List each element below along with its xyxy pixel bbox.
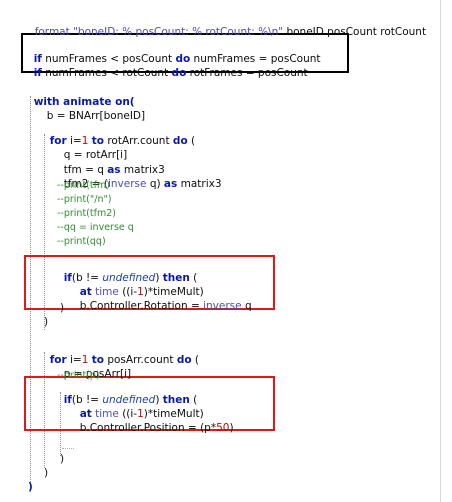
comment-text: --print(tfm2) <box>57 208 116 219</box>
token-cond: numFrames < rotCount <box>41 67 172 79</box>
token-close-paren: ) <box>28 481 33 493</box>
comment-text: --qq = inverse q <box>57 222 134 233</box>
comment-text: --print(tfm) <box>57 180 110 191</box>
token-inverse: inverse <box>107 178 147 190</box>
token-inverse: inverse <box>203 300 242 312</box>
token-close-paren: ) <box>44 316 49 328</box>
comment-text: --print(qq) <box>57 236 106 247</box>
code-line-p-assign: p = posArr[i] <box>57 355 131 380</box>
code-line-if-numframes-pos: if numFrames < posCount do numFrames = p… <box>27 40 321 65</box>
comment-text: --print("/n") <box>57 194 112 205</box>
code-line-at-time-pos: at time ((i-1)*timeMult) <box>73 395 204 420</box>
code-line-for-rot: for i=1 to rotArr.count do ( <box>43 122 195 147</box>
code-line-rotation-assign: b.Controller.Rotation = inverse q <box>73 287 252 312</box>
code-line-tfm2: tfm2 = (inverse q) as matrix3 <box>57 165 222 190</box>
code-line-with-animate: with animate on( <box>27 83 135 108</box>
code-line-at-time-rot: at time ((i-1)*timeMult) <box>73 273 204 298</box>
token-paren: ( <box>191 354 200 366</box>
token-paren: ( <box>187 135 196 147</box>
token-format-args: boneID posCount rotCount <box>283 26 427 38</box>
code-line-close-for-pos: ) <box>44 467 48 480</box>
token-if: if <box>63 272 72 284</box>
code-line-for-pos: for i=1 to posArr.count do ( <box>43 341 199 366</box>
code-line-close-if-pos: ) <box>60 453 64 466</box>
token-close-paren: ) <box>60 453 65 465</box>
code-line-tfm: tfm = q as matrix3 <box>57 151 165 176</box>
token-assign: rotFrames = posCount <box>186 67 308 79</box>
comment-line: --print(qq) <box>57 235 106 248</box>
comment-line: --print("/n") <box>57 193 112 206</box>
token-format-string: "boneID: % posCount: % rotCount: %\n" <box>73 26 284 38</box>
code-line-close-for-rot: ) <box>44 316 48 329</box>
code-line-close-with: ) <box>28 481 33 494</box>
code-line-position-assign: b.Controller.Position = (p*50) <box>73 409 234 434</box>
code-line-q-assign: q = rotArr[i] <box>57 136 128 161</box>
comment-line: --print(tfm2) <box>57 207 116 220</box>
comment-line: --qq = inverse q <box>57 221 134 234</box>
token-format: format <box>34 26 70 38</box>
code-line-b-assign: b = BNArr[boneID] <box>40 97 145 122</box>
token-rotation-eq: b.Controller.Rotation = <box>79 300 204 312</box>
token-close-paren: ) <box>60 302 65 314</box>
code-line-close-if-rot: ) <box>60 302 64 315</box>
editor-right-margin <box>440 0 441 502</box>
token-position-eq: b.Controller.Position = (p* <box>79 422 217 434</box>
token-q: q) <box>146 178 164 190</box>
token-q: q <box>241 300 252 312</box>
token-if: if <box>63 394 72 406</box>
token-matrix3: matrix3 <box>177 178 222 190</box>
comment-text: --print(p) <box>57 370 100 381</box>
token-close-paren: ) <box>44 467 49 479</box>
token-close: ) <box>229 422 234 434</box>
dotted-leader <box>62 448 74 449</box>
code-line-if-undefined-rot: if(b != undefined) then ( <box>57 259 198 284</box>
code-line-if-numframes-rot: if numFrames < rotCount do rotFrames = p… <box>27 54 308 79</box>
token-do: do <box>176 354 192 366</box>
token-number: 50 <box>216 422 230 434</box>
code-line-if-undefined-pos: if(b != undefined) then ( <box>57 381 198 406</box>
token-do: do <box>171 67 187 79</box>
token-do: do <box>172 135 188 147</box>
token-as: as <box>163 178 178 190</box>
token-b-assign: b = BNArr[boneID] <box>46 110 146 122</box>
token-if: if <box>33 67 42 79</box>
comment-line: --print(tfm) <box>57 179 110 192</box>
code-line-format: format "boneID: % posCount: % rotCount: … <box>28 13 426 38</box>
